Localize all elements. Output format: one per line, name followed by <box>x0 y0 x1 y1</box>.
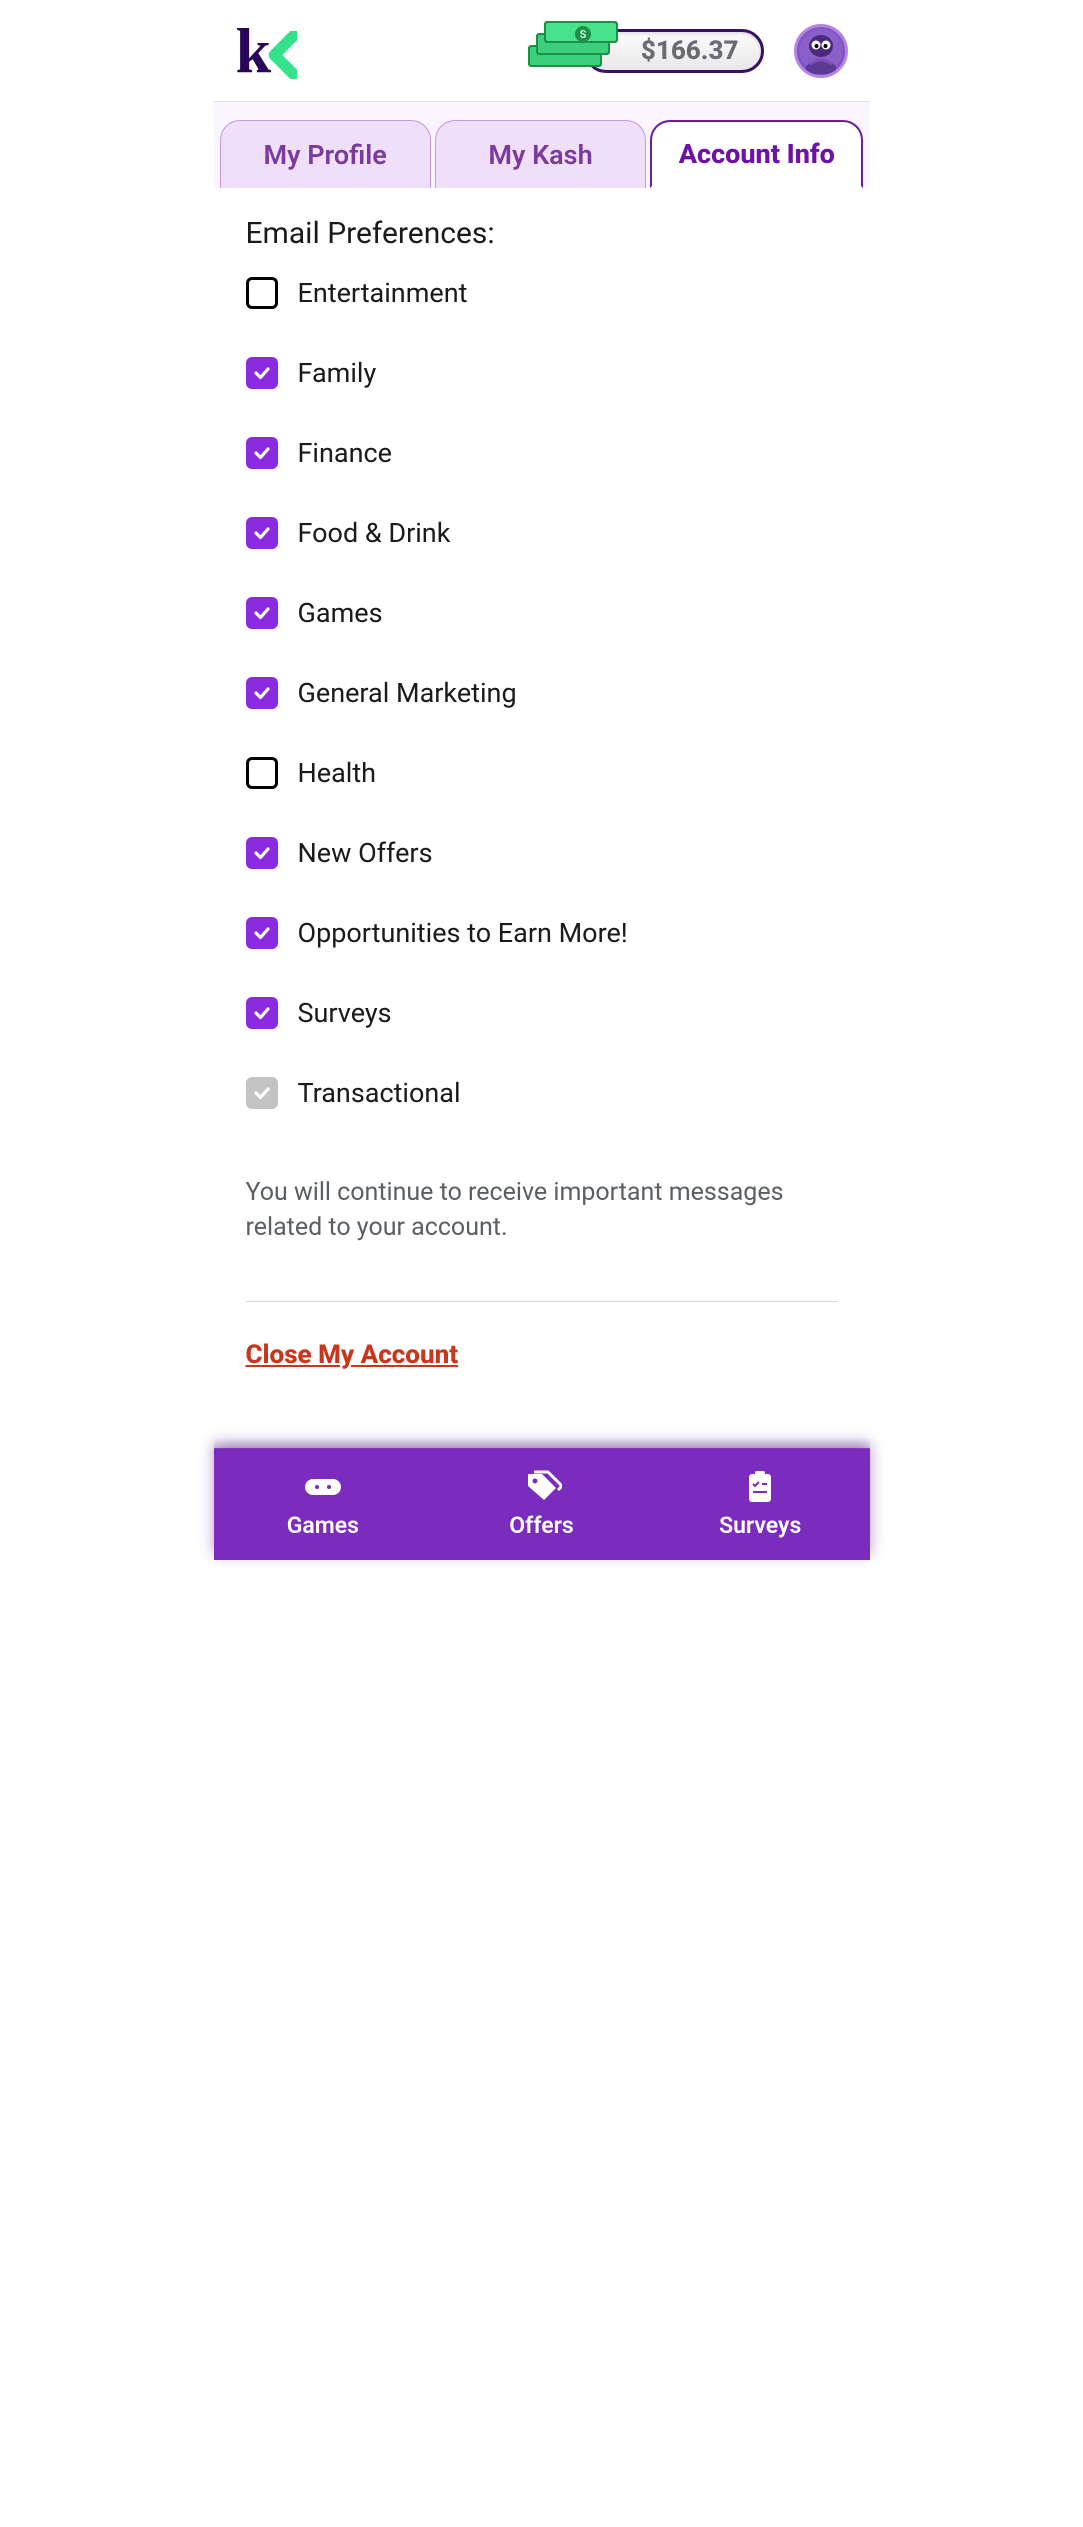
pref-label: Surveys <box>298 997 392 1029</box>
pref-item-games: Games <box>246 597 838 629</box>
pref-label: Entertainment <box>298 277 468 309</box>
nav-label: Offers <box>509 1512 573 1539</box>
pref-label: Finance <box>298 437 392 469</box>
tab-label: Account Info <box>679 138 835 170</box>
checkbox-surveys[interactable] <box>246 997 278 1029</box>
pref-label: General Marketing <box>298 677 517 709</box>
checkbox-health[interactable] <box>246 757 278 789</box>
email-preferences-list: Entertainment Family Finance Food & Drink Ga… <box>246 277 838 1245</box>
logo-chevron-icon <box>263 31 297 79</box>
svg-text:S: S <box>579 28 586 41</box>
account-info-panel: Email Preferences: Entertainment Family Fi… <box>214 188 870 1560</box>
pref-item-marketing: General Marketing <box>246 677 838 709</box>
checkbox-finance[interactable] <box>246 437 278 469</box>
nav-label: Surveys <box>719 1512 801 1539</box>
gamepad-icon <box>303 1470 343 1504</box>
pref-item-offers: New Offers <box>246 837 838 869</box>
transactional-note: You will continue to receive important m… <box>246 1175 838 1245</box>
checkbox-transactional <box>246 1077 278 1109</box>
avatar-icon <box>798 28 844 74</box>
bottom-nav: Games Offers Surveys <box>214 1448 870 1560</box>
balance-widget[interactable]: S $166.37 <box>584 29 764 73</box>
app-header: k S $166.37 <box>214 0 870 102</box>
nav-offers[interactable]: Offers <box>432 1449 651 1560</box>
tab-account-info[interactable]: Account Info <box>650 120 863 188</box>
checkbox-offers[interactable] <box>246 837 278 869</box>
checkbox-games[interactable] <box>246 597 278 629</box>
tab-strip: My Profile My Kash Account Info <box>214 102 870 188</box>
tab-my-profile[interactable]: My Profile <box>220 120 431 188</box>
tab-label: My Profile <box>263 139 386 171</box>
pref-item-finance: Finance <box>246 437 838 469</box>
pref-item-surveys: Surveys <box>246 997 838 1029</box>
nav-surveys[interactable]: Surveys <box>651 1449 870 1560</box>
checkbox-earn[interactable] <box>246 917 278 949</box>
clipboard-icon <box>740 1470 780 1504</box>
tag-icon <box>522 1470 562 1504</box>
pref-label: New Offers <box>298 837 433 869</box>
pref-item-family: Family <box>246 357 838 389</box>
pref-label: Health <box>298 757 377 789</box>
pref-item-entertainment: Entertainment <box>246 277 838 309</box>
pref-label: Transactional <box>298 1077 461 1109</box>
section-title: Email Preferences: <box>246 216 838 251</box>
checkbox-food[interactable] <box>246 517 278 549</box>
nav-label: Games <box>287 1512 359 1539</box>
checkbox-family[interactable] <box>246 357 278 389</box>
balance-amount: $166.37 <box>641 36 739 66</box>
close-account-link[interactable]: Close My Account <box>246 1340 838 1370</box>
nav-games[interactable]: Games <box>214 1449 433 1560</box>
tab-label: My Kash <box>488 139 592 171</box>
pref-item-earn: Opportunities to Earn More! <box>246 917 838 949</box>
pref-label: Games <box>298 597 383 629</box>
tab-my-kash[interactable]: My Kash <box>435 120 646 188</box>
pref-label: Opportunities to Earn More! <box>298 917 628 949</box>
checkbox-entertainment[interactable] <box>246 277 278 309</box>
pref-item-transactional: Transactional <box>246 1077 838 1109</box>
avatar-button[interactable] <box>794 24 848 78</box>
cash-icon: S <box>522 11 622 95</box>
pref-label: Family <box>298 357 377 389</box>
pref-item-food: Food & Drink <box>246 517 838 549</box>
divider <box>246 1301 838 1302</box>
checkbox-marketing[interactable] <box>246 677 278 709</box>
pref-label: Food & Drink <box>298 517 451 549</box>
pref-item-health: Health <box>246 757 838 789</box>
app-logo[interactable]: k <box>236 19 298 83</box>
